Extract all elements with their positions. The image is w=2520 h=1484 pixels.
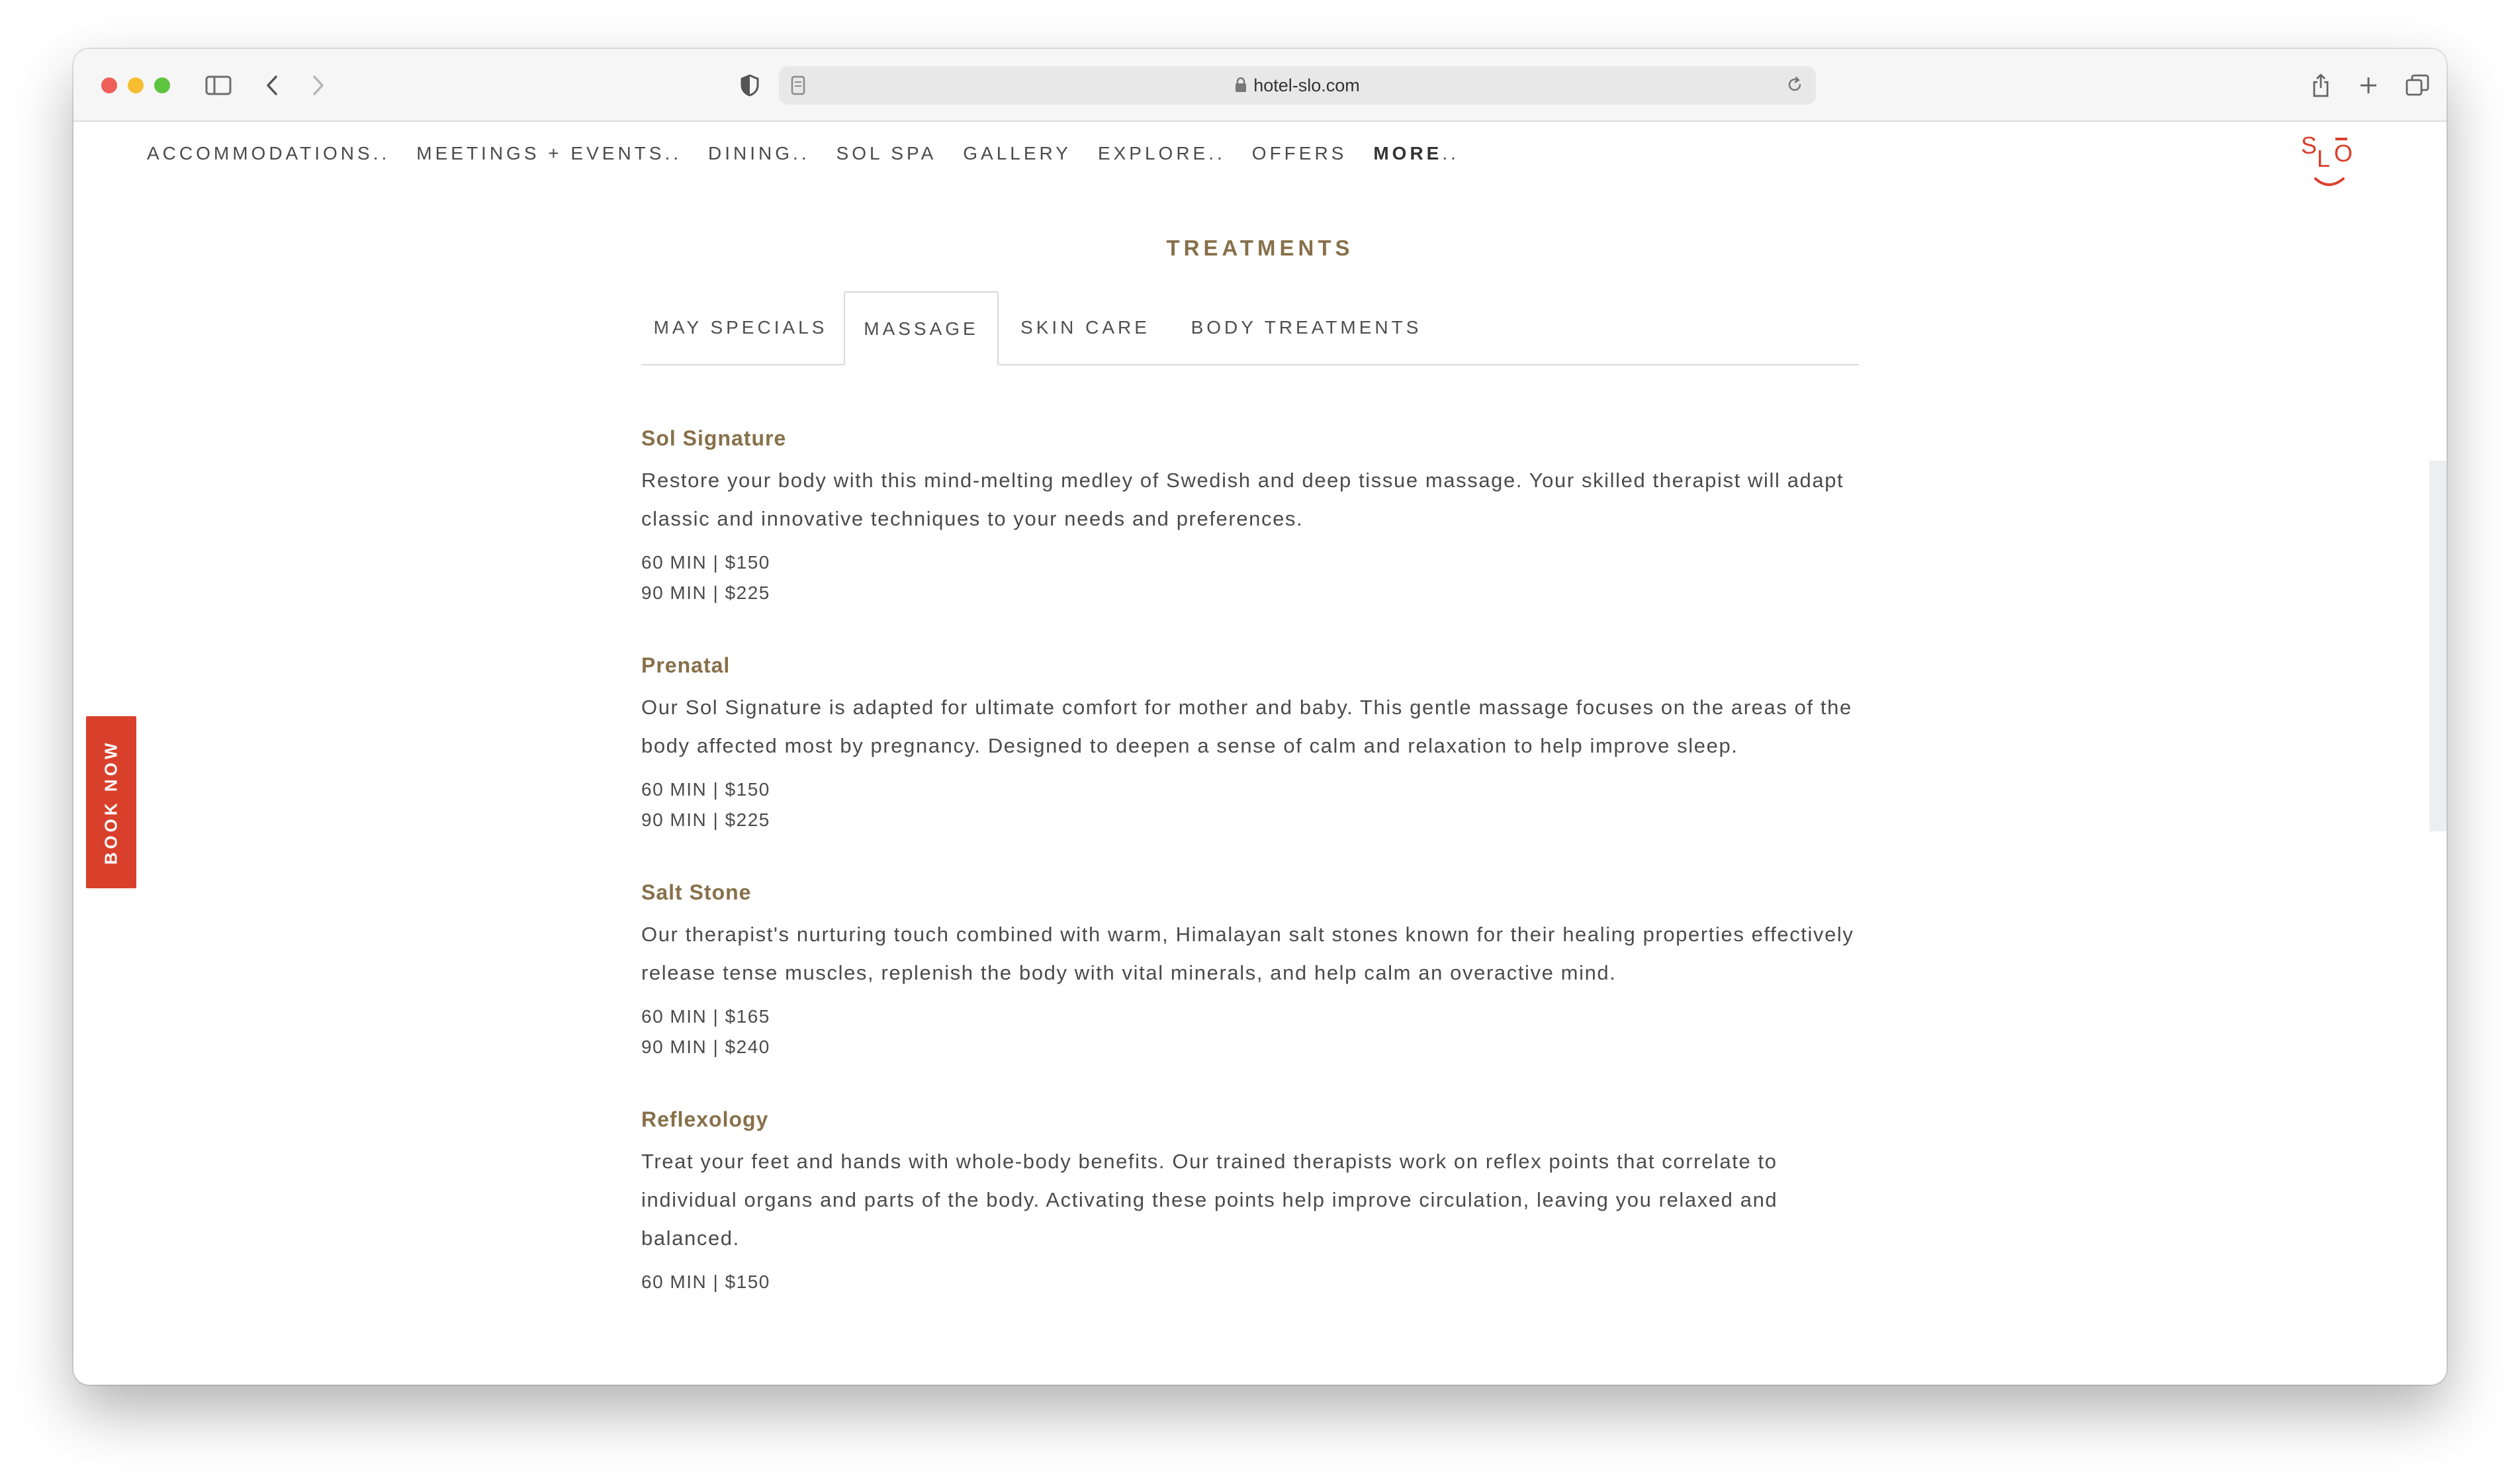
close-window-button[interactable] — [101, 77, 117, 93]
treatment-name: Salt Stone — [641, 880, 752, 904]
treatment-price: 60 MIN | $150 — [641, 779, 770, 800]
book-now-label: BOOK NOW — [101, 739, 121, 865]
new-tab-icon[interactable] — [2355, 68, 2382, 103]
book-now-button[interactable]: BOOK NOW — [86, 716, 136, 888]
treatment-description: Treat your feet and hands with whole-bod… — [641, 1150, 1778, 1250]
tab-skin-care[interactable]: SKIN CARE — [1003, 291, 1168, 364]
nav-more[interactable]: MORE.. — [1373, 143, 1459, 164]
treatment-price: 90 MIN | $240 — [641, 1037, 770, 1057]
zoom-window-button[interactable] — [154, 77, 170, 93]
nav-more-suffix: .. — [1442, 143, 1459, 163]
treatment-price: 90 MIN | $225 — [641, 582, 770, 603]
forward-icon[interactable] — [305, 68, 332, 103]
logo-letter-s: S — [2301, 132, 2317, 159]
treatment-name: Sol Signature — [641, 426, 787, 450]
nav-dining[interactable]: DINING.. — [708, 143, 810, 164]
share-icon[interactable] — [2308, 68, 2334, 103]
treatment-price: 60 MIN | $150 — [641, 552, 770, 573]
treatment-item: Sol Signature Restore your body with thi… — [641, 426, 1866, 608]
reload-icon[interactable] — [1785, 75, 1804, 97]
browser-window: hotel-slo.com ACCOMMODATIONS.. MEETINGS … — [73, 49, 2447, 1385]
back-icon[interactable] — [259, 68, 285, 103]
nav-sol-spa[interactable]: SOL SPA — [836, 143, 937, 164]
privacy-shield-icon[interactable] — [735, 68, 764, 103]
main-nav: ACCOMMODATIONS.. MEETINGS + EVENTS.. DIN… — [147, 143, 1486, 164]
treatment-item: Prenatal Our Sol Signature is adapted fo… — [641, 653, 1866, 835]
address-bar[interactable]: hotel-slo.com — [779, 66, 1816, 105]
nav-offers[interactable]: OFFERS — [1252, 143, 1347, 164]
treatment-name: Reflexology — [641, 1107, 769, 1131]
treatment-price: 60 MIN | $150 — [641, 1272, 770, 1292]
treatment-price: 60 MIN | $165 — [641, 1006, 770, 1027]
nav-explore[interactable]: EXPLORE.. — [1098, 143, 1226, 164]
nav-meetings-events[interactable]: MEETINGS + EVENTS.. — [416, 143, 682, 164]
tab-body-treatments[interactable]: BODY TREATMENTS — [1184, 291, 1429, 364]
treatment-tabs: MAY SPECIALS MASSAGE SKIN CARE BODY TREA… — [641, 291, 1859, 365]
treatment-price: 90 MIN | $225 — [641, 810, 770, 830]
nav-accommodations[interactable]: ACCOMMODATIONS.. — [147, 143, 390, 164]
tab-overview-icon[interactable] — [2403, 68, 2432, 103]
logo-letter-o: O — [2334, 140, 2353, 167]
tab-may-specials[interactable]: MAY SPECIALS — [641, 291, 840, 364]
treatment-item: Reflexology Treat your feet and hands wi… — [641, 1107, 1866, 1297]
web-page: ACCOMMODATIONS.. MEETINGS + EVENTS.. DIN… — [73, 122, 2447, 1385]
section-title: TREATMENTS — [1166, 236, 1354, 260]
treatment-description: Our Sol Signature is adapted for ultimat… — [641, 696, 1852, 757]
treatment-item: Salt Stone Our therapist's nurturing tou… — [641, 880, 1866, 1062]
tab-massage[interactable]: MASSAGE — [844, 291, 999, 365]
slo-logo[interactable]: S L O — [2300, 127, 2359, 193]
browser-toolbar: hotel-slo.com — [73, 49, 2447, 122]
treatment-list: Sol Signature Restore your body with thi… — [641, 426, 1866, 1342]
lock-icon — [1235, 68, 1247, 106]
treatment-description: Our therapist's nurturing touch combined… — [641, 923, 1854, 984]
scrollbar[interactable] — [2429, 461, 2447, 831]
sidebar-toggle-icon[interactable] — [202, 68, 235, 103]
nav-more-label: MORE — [1373, 143, 1443, 163]
treatment-name: Prenatal — [641, 653, 731, 677]
minimize-window-button[interactable] — [128, 77, 144, 93]
nav-gallery[interactable]: GALLERY — [963, 143, 1071, 164]
logo-letter-l: L — [2317, 145, 2330, 172]
url-text: hotel-slo.com — [1253, 75, 1360, 95]
treatment-description: Restore your body with this mind-melting… — [641, 469, 1844, 530]
